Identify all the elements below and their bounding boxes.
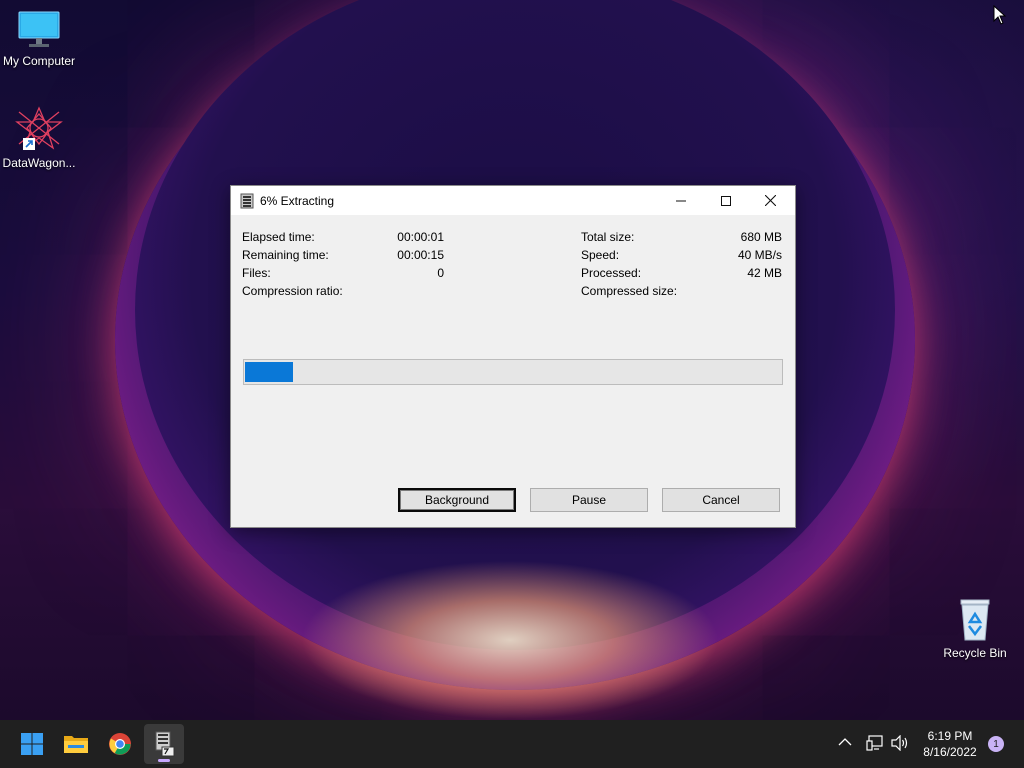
7zip-icon bbox=[155, 731, 175, 757]
recycle-bin-icon bbox=[960, 599, 990, 641]
file-explorer-icon bbox=[64, 736, 88, 753]
mouse-cursor-icon bbox=[993, 5, 1007, 25]
desktop-icon-label: DataWagon... bbox=[2, 156, 76, 170]
taskbar-file-explorer[interactable] bbox=[56, 724, 96, 764]
left-stats: Elapsed time: 00:00:01 Remaining time: 0… bbox=[242, 230, 444, 302]
minimize-button[interactable] bbox=[658, 186, 703, 215]
desktop-icon-recycle-bin[interactable]: Recycle Bin bbox=[935, 596, 1015, 660]
maximize-button[interactable] bbox=[703, 186, 748, 215]
taskbar-7zip[interactable] bbox=[144, 724, 184, 764]
stat-value: 00:00:15 bbox=[397, 248, 444, 262]
pause-button[interactable]: Pause bbox=[530, 488, 648, 512]
notification-badge[interactable]: 1 bbox=[988, 736, 1004, 752]
7zip-icon bbox=[240, 193, 254, 209]
dialog-title: 6% Extracting bbox=[260, 194, 335, 208]
monitor-icon bbox=[18, 11, 60, 47]
windows-start-icon bbox=[21, 733, 43, 755]
background-button[interactable]: Background bbox=[398, 488, 516, 512]
stat-value: 0 bbox=[437, 266, 444, 280]
extract-progress-bar bbox=[243, 359, 783, 385]
close-icon bbox=[765, 195, 776, 206]
stat-label: Compressed size: bbox=[581, 284, 678, 298]
taskbar-chrome[interactable] bbox=[100, 724, 140, 764]
stat-row-remaining: Remaining time: 00:00:15 bbox=[242, 248, 444, 266]
desktop-icon-label: My Computer bbox=[2, 54, 76, 68]
stat-row-compression-ratio: Compression ratio: bbox=[242, 284, 444, 302]
tray-overflow-button[interactable] bbox=[838, 736, 852, 750]
stat-label: Elapsed time: bbox=[242, 230, 315, 244]
chrome-icon bbox=[109, 733, 131, 755]
tray-network[interactable] bbox=[866, 734, 884, 755]
stat-label: Processed: bbox=[581, 266, 642, 280]
network-icon bbox=[866, 735, 883, 751]
desktop-icon-datawagon[interactable]: DataWagon... bbox=[0, 106, 79, 170]
maximize-icon bbox=[720, 195, 731, 206]
stat-value: 42 MB bbox=[747, 266, 782, 280]
minimize-icon bbox=[675, 200, 686, 201]
stat-label: Speed: bbox=[581, 248, 620, 262]
stat-label: Remaining time: bbox=[242, 248, 329, 262]
stat-label: Compression ratio: bbox=[242, 284, 343, 298]
stat-value: 40 MB/s bbox=[737, 248, 782, 262]
dialog-titlebar[interactable]: 6% Extracting bbox=[231, 186, 795, 215]
datawagon-shortcut-icon bbox=[15, 106, 63, 150]
desktop-icon-label: Recycle Bin bbox=[943, 646, 1007, 660]
cancel-button[interactable]: Cancel bbox=[662, 488, 780, 512]
stat-row-processed: Processed: 42 MB bbox=[581, 266, 782, 284]
stat-value: 00:00:01 bbox=[397, 230, 444, 244]
taskbar-clock[interactable]: 6:19 PM 8/16/2022 bbox=[910, 728, 990, 760]
stat-row-files: Files: 0 bbox=[242, 266, 444, 284]
tray-volume[interactable] bbox=[891, 734, 909, 754]
volume-icon bbox=[891, 734, 908, 752]
start-button[interactable] bbox=[12, 724, 52, 764]
chevron-up-icon bbox=[838, 738, 852, 746]
taskbar: 6:19 PM 8/16/2022 bbox=[0, 720, 1024, 768]
wallpaper-glow bbox=[300, 560, 720, 720]
right-stats: Total size: 680 MB Speed: 40 MB/s Proces… bbox=[581, 230, 782, 302]
clock-date: 8/16/2022 bbox=[923, 745, 977, 759]
close-button[interactable] bbox=[748, 186, 793, 215]
stat-value: 680 MB bbox=[740, 230, 782, 244]
extract-dialog: 6% Extracting Elapsed time: 00:00:01 Rem… bbox=[230, 185, 796, 528]
stat-label: Total size: bbox=[581, 230, 635, 244]
stat-row-speed: Speed: 40 MB/s bbox=[581, 248, 782, 266]
stat-row-elapsed: Elapsed time: 00:00:01 bbox=[242, 230, 444, 248]
progress-fill bbox=[245, 362, 293, 382]
stat-row-compressed-size: Compressed size: bbox=[581, 284, 782, 302]
desktop-icon-my-computer[interactable]: My Computer bbox=[0, 10, 79, 68]
stat-row-total-size: Total size: 680 MB bbox=[581, 230, 782, 248]
clock-time: 6:19 PM bbox=[927, 729, 973, 743]
active-app-indicator bbox=[158, 759, 170, 762]
stat-label: Files: bbox=[242, 266, 271, 280]
